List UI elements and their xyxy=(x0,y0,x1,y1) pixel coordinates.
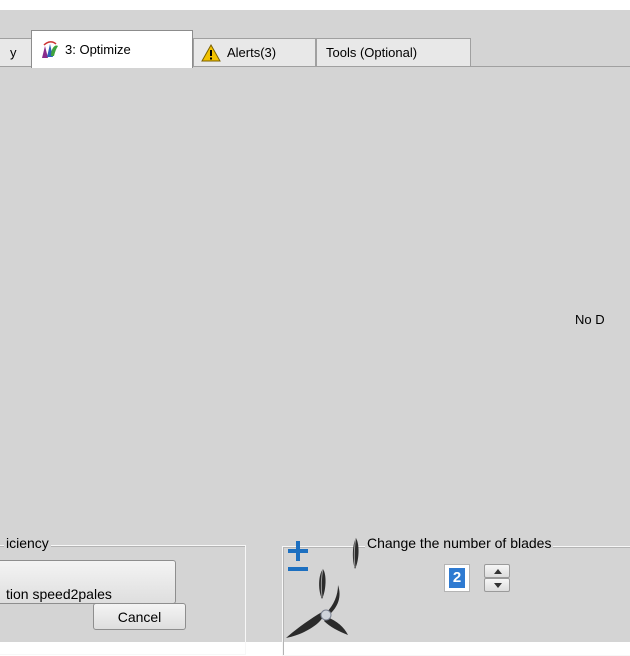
blade-count-value[interactable]: 2 xyxy=(449,568,465,588)
blade-count-stepper[interactable] xyxy=(484,564,510,592)
tab-tools-label: Tools (Optional) xyxy=(326,45,418,60)
stepper-up-button[interactable] xyxy=(484,564,510,578)
stepper-down-button[interactable] xyxy=(484,578,510,592)
plus-icon xyxy=(288,541,308,561)
blade-icon-tall xyxy=(352,537,359,569)
tab-strip: y 3: Optimize Alerts(3) Tools (Optional) xyxy=(0,28,630,68)
tab-alerts[interactable]: Alerts(3) xyxy=(193,38,316,66)
tab-tools[interactable]: Tools (Optional) xyxy=(316,38,471,66)
cancel-button-label: Cancel xyxy=(117,609,162,625)
optimize-icon xyxy=(39,40,59,60)
run-optimization-label: tion speed2pales xyxy=(6,586,112,602)
arrow-down-icon xyxy=(494,583,502,588)
arrow-up-icon xyxy=(494,569,502,574)
tab-alerts-label: Alerts(3) xyxy=(227,45,277,60)
tab-summary[interactable]: y xyxy=(0,38,32,66)
minus-icon xyxy=(288,567,308,571)
blade-icon-small xyxy=(319,568,326,599)
tab-optimize[interactable]: 3: Optimize xyxy=(31,30,193,68)
tab-optimize-label: 3: Optimize xyxy=(65,42,131,57)
run-optimization-button[interactable]: tion speed2pales xyxy=(0,560,176,604)
blades-illustration xyxy=(282,535,362,642)
warning-icon xyxy=(201,43,221,63)
blades-group-title: Change the number of blades xyxy=(365,535,554,551)
no-data-label: No D xyxy=(575,312,605,327)
propeller-icon xyxy=(286,585,348,638)
efficiency-group-title: iciency xyxy=(4,535,51,551)
cancel-button[interactable]: Cancel xyxy=(93,603,186,630)
tab-summary-label: y xyxy=(10,45,17,60)
